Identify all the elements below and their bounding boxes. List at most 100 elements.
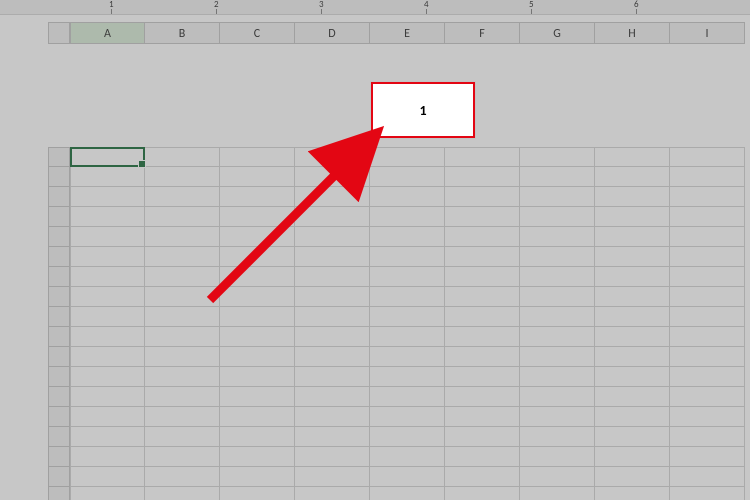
cell[interactable]	[670, 347, 745, 367]
cell[interactable]	[445, 247, 520, 267]
cell[interactable]	[220, 467, 295, 487]
cell[interactable]	[370, 447, 445, 467]
cell[interactable]	[295, 247, 370, 267]
row-header[interactable]	[48, 347, 70, 367]
cell[interactable]	[70, 347, 145, 367]
cell[interactable]	[295, 267, 370, 287]
row-header[interactable]	[48, 267, 70, 287]
column-header-I[interactable]: I	[670, 22, 745, 44]
cell[interactable]	[670, 467, 745, 487]
cell[interactable]	[520, 167, 595, 187]
cell[interactable]	[445, 467, 520, 487]
cell[interactable]	[445, 267, 520, 287]
cell[interactable]	[295, 347, 370, 367]
cell[interactable]	[445, 487, 520, 500]
cell[interactable]	[70, 387, 145, 407]
cell[interactable]	[370, 247, 445, 267]
cell[interactable]	[445, 147, 520, 167]
cell[interactable]	[520, 287, 595, 307]
cell[interactable]	[520, 207, 595, 227]
cell[interactable]	[595, 487, 670, 500]
cell[interactable]	[595, 247, 670, 267]
cell[interactable]	[295, 287, 370, 307]
row-header[interactable]	[48, 367, 70, 387]
cell[interactable]	[520, 467, 595, 487]
row-header[interactable]	[48, 407, 70, 427]
cell[interactable]	[220, 207, 295, 227]
cell[interactable]	[145, 207, 220, 227]
cell[interactable]	[295, 367, 370, 387]
cell[interactable]	[445, 387, 520, 407]
cell[interactable]	[670, 367, 745, 387]
cell[interactable]	[145, 327, 220, 347]
cell[interactable]	[220, 307, 295, 327]
cell[interactable]	[370, 147, 445, 167]
cell[interactable]	[520, 267, 595, 287]
cell[interactable]	[445, 207, 520, 227]
cell[interactable]	[595, 267, 670, 287]
cell[interactable]	[220, 327, 295, 347]
cell[interactable]	[220, 407, 295, 427]
cell[interactable]	[370, 367, 445, 387]
row-header[interactable]	[48, 467, 70, 487]
column-header-D[interactable]: D	[295, 22, 370, 44]
row-header[interactable]	[48, 187, 70, 207]
cell[interactable]	[370, 327, 445, 347]
row-header[interactable]	[48, 247, 70, 267]
cell[interactable]	[520, 327, 595, 347]
cell[interactable]	[595, 327, 670, 347]
cell[interactable]	[220, 227, 295, 247]
cell[interactable]	[220, 267, 295, 287]
cell[interactable]	[520, 487, 595, 500]
cell[interactable]	[595, 447, 670, 467]
column-header-G[interactable]: G	[520, 22, 595, 44]
cell[interactable]	[295, 207, 370, 227]
cell[interactable]	[520, 247, 595, 267]
row-header[interactable]	[48, 327, 70, 347]
cell[interactable]	[70, 247, 145, 267]
cell[interactable]	[520, 427, 595, 447]
cell[interactable]	[520, 307, 595, 327]
cell[interactable]	[70, 147, 145, 167]
cell[interactable]	[295, 167, 370, 187]
cell[interactable]	[370, 467, 445, 487]
cell[interactable]	[670, 387, 745, 407]
cell[interactable]	[295, 187, 370, 207]
cell[interactable]	[520, 147, 595, 167]
cell[interactable]	[670, 487, 745, 500]
cell[interactable]	[370, 187, 445, 207]
cell[interactable]	[670, 307, 745, 327]
cell[interactable]	[220, 167, 295, 187]
cell[interactable]	[220, 287, 295, 307]
cell[interactable]	[445, 447, 520, 467]
cell[interactable]	[670, 227, 745, 247]
cell[interactable]	[520, 447, 595, 467]
cell[interactable]	[70, 427, 145, 447]
cell[interactable]	[445, 227, 520, 247]
cell[interactable]	[595, 347, 670, 367]
cell[interactable]	[370, 387, 445, 407]
cell[interactable]	[220, 427, 295, 447]
cell[interactable]	[220, 187, 295, 207]
cell[interactable]	[145, 227, 220, 247]
cell[interactable]	[370, 167, 445, 187]
cell[interactable]	[70, 467, 145, 487]
cell[interactable]	[295, 387, 370, 407]
cell[interactable]	[370, 307, 445, 327]
row-header[interactable]	[48, 167, 70, 187]
row-header[interactable]	[48, 447, 70, 467]
cell[interactable]	[445, 427, 520, 447]
cell[interactable]	[220, 147, 295, 167]
cell[interactable]	[670, 287, 745, 307]
cell[interactable]	[145, 307, 220, 327]
column-header-C[interactable]: C	[220, 22, 295, 44]
cell[interactable]	[295, 327, 370, 347]
cell[interactable]	[445, 407, 520, 427]
cell[interactable]	[520, 387, 595, 407]
cell[interactable]	[70, 267, 145, 287]
cell[interactable]	[670, 207, 745, 227]
cell[interactable]	[145, 447, 220, 467]
cell[interactable]	[295, 447, 370, 467]
cell[interactable]	[670, 407, 745, 427]
row-header[interactable]	[48, 307, 70, 327]
